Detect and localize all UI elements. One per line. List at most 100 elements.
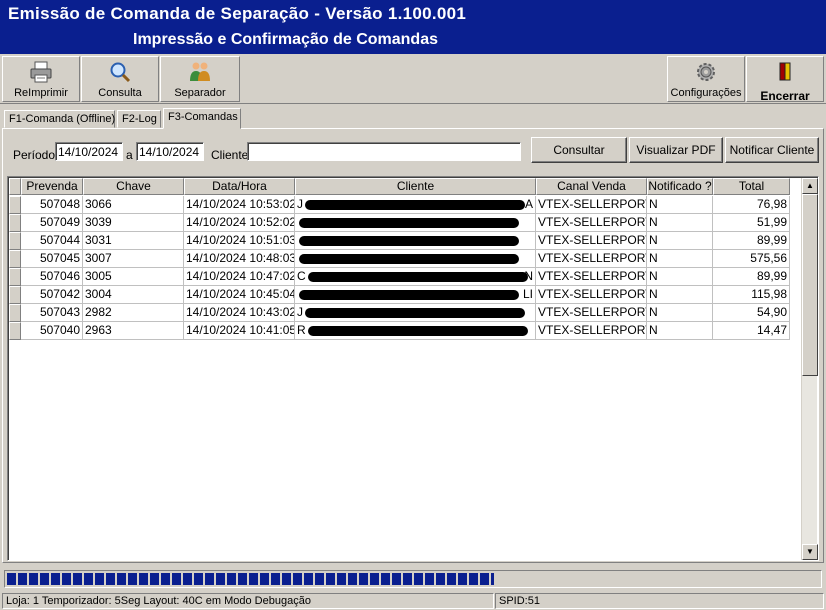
encerrar-label: Encerrar: [760, 89, 810, 103]
progress-bar: [4, 570, 822, 588]
consulta-label: Consulta: [98, 87, 142, 99]
cell-prevenda: 507045: [21, 250, 83, 268]
cell-canal-venda: VTEX-SELLERPORTA: [536, 286, 647, 304]
cell-chave: 3007: [83, 250, 184, 268]
header-total[interactable]: Total: [713, 178, 790, 195]
scroll-thumb[interactable]: [802, 194, 818, 376]
cell-canal-venda: VTEX-SELLERPORTA: [536, 322, 647, 340]
cell-total: 89,99: [713, 268, 790, 286]
printer-icon: [30, 61, 52, 83]
separador-button[interactable]: Separador: [160, 56, 240, 102]
cell-notificado: N: [647, 268, 713, 286]
cliente-visible-prefix: C: [297, 269, 306, 283]
cell-datahora: 14/10/2024 10:41:05: [184, 322, 295, 340]
cell-notificado: N: [647, 304, 713, 322]
cell-prevenda: 507040: [21, 322, 83, 340]
cell-datahora: 14/10/2024 10:51:03: [184, 232, 295, 250]
cell-notificado: N: [647, 232, 713, 250]
cell-datahora: 14/10/2024 10:43:02: [184, 304, 295, 322]
configuracoes-button[interactable]: Configurações: [667, 56, 745, 102]
header-chave[interactable]: Chave: [83, 178, 184, 195]
table-row[interactable]: 507040 2963 14/10/2024 10:41:05 R VTEX-SELLE…: [9, 322, 790, 340]
redacted-name-block: [305, 199, 525, 210]
cell-canal-venda: VTEX-SELLERPORTA: [536, 214, 647, 232]
row-indicator[interactable]: [9, 304, 21, 322]
visualizar-pdf-button[interactable]: Visualizar PDF: [629, 137, 723, 163]
cell-cliente: CN: [295, 268, 536, 286]
consulta-button[interactable]: Consulta: [81, 56, 159, 102]
tab-log[interactable]: F2-Log: [117, 110, 161, 128]
cell-total: 54,90: [713, 304, 790, 322]
consultar-button[interactable]: Consultar: [531, 137, 627, 163]
header-datahora[interactable]: Data/Hora: [184, 178, 295, 195]
header-indicator: [9, 178, 21, 195]
scroll-up-arrow-icon[interactable]: ▲: [802, 178, 818, 194]
cell-canal-venda: VTEX-SELLERPORTA: [536, 196, 647, 214]
row-indicator[interactable]: [9, 196, 21, 214]
grid-vertical-scrollbar[interactable]: ▲ ▼: [801, 178, 818, 560]
cell-prevenda: 507048: [21, 196, 83, 214]
table-row[interactable]: 507045 3007 14/10/2024 10:48:03 VTEX-SELLER…: [9, 250, 790, 268]
tab-comandas[interactable]: F3-Comandas: [163, 108, 241, 129]
row-indicator[interactable]: [9, 250, 21, 268]
tab-comanda-offline[interactable]: F1-Comanda (Offline): [4, 110, 115, 128]
cell-canal-venda: VTEX-SELLERPORTA: [536, 232, 647, 250]
cell-total: 89,99: [713, 232, 790, 250]
cell-canal-venda: VTEX-SELLERPORTA: [536, 304, 647, 322]
row-indicator[interactable]: [9, 268, 21, 286]
redacted-name-block: [299, 217, 519, 228]
header-cliente[interactable]: Cliente: [295, 178, 536, 195]
row-indicator[interactable]: [9, 322, 21, 340]
cell-chave: 3005: [83, 268, 184, 286]
magnifier-icon: [110, 62, 131, 83]
cliente-label: Cliente: [211, 148, 249, 162]
redacted-name-block: [307, 271, 528, 282]
cell-canal-venda: VTEX-SELLERPORTA: [536, 250, 647, 268]
scroll-down-arrow-icon[interactable]: ▼: [802, 544, 818, 560]
reimprimir-button[interactable]: ReImprimir: [2, 56, 80, 102]
redacted-name-block: [307, 325, 528, 336]
cliente-visible-prefix: J: [297, 197, 303, 211]
date-from-input[interactable]: [55, 142, 123, 161]
table-row[interactable]: 507048 3066 14/10/2024 10:53:02 J A VTEX-SELL…: [9, 196, 790, 214]
cell-cliente: [295, 214, 536, 232]
cliente-visible-suffix: LI: [522, 287, 533, 301]
header-notificado[interactable]: Notificado ?: [647, 178, 713, 195]
cell-chave: 3031: [83, 232, 184, 250]
cliente-visible-prefix: R: [297, 323, 306, 337]
table-row[interactable]: 507042 3004 14/10/2024 10:45:04 LI VTEX-SELL…: [9, 286, 790, 304]
cliente-visible-suffix: A: [524, 197, 533, 211]
table-row[interactable]: 507044 3031 14/10/2024 10:51:03 VTEX-SELLER…: [9, 232, 790, 250]
cell-canal-venda: VTEX-SELLERPORTA: [536, 268, 647, 286]
cliente-input[interactable]: [247, 142, 521, 161]
header-canal-venda[interactable]: Canal Venda: [536, 178, 647, 195]
cell-notificado: N: [647, 286, 713, 304]
cell-chave: 3004: [83, 286, 184, 304]
cell-total: 76,98: [713, 196, 790, 214]
status-bar: Loja: 1 Temporizador: 5Seg Layout: 40C e…: [0, 592, 826, 610]
row-indicator[interactable]: [9, 286, 21, 304]
row-indicator[interactable]: [9, 214, 21, 232]
cell-chave: 3039: [83, 214, 184, 232]
cell-total: 115,98: [713, 286, 790, 304]
notificar-cliente-button[interactable]: Notificar Cliente: [725, 137, 819, 163]
table-row[interactable]: 507043 2982 14/10/2024 10:43:02 J VTEX-SELLE…: [9, 304, 790, 322]
cell-datahora: 14/10/2024 10:53:02: [184, 196, 295, 214]
encerrar-button[interactable]: Encerrar: [746, 56, 824, 103]
cliente-visible-prefix: J: [297, 305, 303, 319]
cell-notificado: N: [647, 214, 713, 232]
cell-chave: 3066: [83, 196, 184, 214]
comandas-grid[interactable]: Prevenda Chave Data/Hora Cliente Canal V…: [7, 176, 819, 561]
toolbar: ReImprimir Consulta Separador Configuraç…: [0, 54, 826, 104]
cliente-visible-suffix: N: [524, 269, 533, 283]
date-to-input[interactable]: [136, 142, 204, 161]
cell-prevenda: 507046: [21, 268, 83, 286]
cell-notificado: N: [647, 322, 713, 340]
cell-cliente: [295, 250, 536, 268]
table-row[interactable]: 507046 3005 14/10/2024 10:47:02 C N VTEX-SELL…: [9, 268, 790, 286]
row-indicator[interactable]: [9, 232, 21, 250]
redacted-name-block: [299, 289, 519, 300]
reimprimir-label: ReImprimir: [14, 87, 68, 99]
table-row[interactable]: 507049 3039 14/10/2024 10:52:02 VTEX-SELLER…: [9, 214, 790, 232]
header-prevenda[interactable]: Prevenda: [21, 178, 83, 195]
